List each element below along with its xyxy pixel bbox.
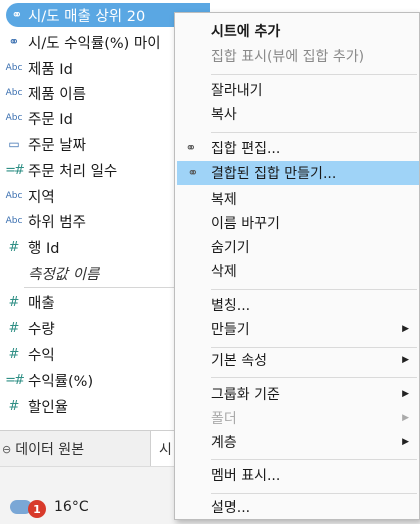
context-menu: 시트에 추가 집합 표시(뷰에 집합 추가) 잘라내기 복사 ⚭ 집합 편집..…: [174, 12, 420, 520]
menu-item-create-combined-set[interactable]: ⚭ 결합된 집합 만들기...: [177, 161, 419, 185]
set-icon: ⚭: [185, 140, 197, 156]
field-label: 시/도 매출 상위 20: [28, 8, 146, 25]
submenu-arrow-icon: ▶: [402, 413, 409, 423]
tab-label: 데이터 원본: [15, 442, 85, 458]
submenu-arrow-icon: ▶: [402, 324, 409, 334]
menu-item-delete[interactable]: 삭제: [175, 259, 419, 283]
field-label: 수익: [28, 347, 55, 364]
menu-item-folder[interactable]: 폴더 ▶: [175, 406, 419, 430]
set-icon: ⚭: [8, 34, 20, 50]
menu-item-edit-set[interactable]: ⚭ 집합 편집...: [175, 136, 419, 160]
field-label: 매출: [28, 295, 55, 312]
menu-item-show-set[interactable]: 집합 표시(뷰에 집합 추가): [175, 44, 419, 68]
submenu-arrow-icon: ▶: [402, 437, 409, 447]
hash-icon: #: [8, 320, 20, 336]
menu-item-alias[interactable]: 별칭...: [175, 293, 419, 317]
field-label: 수량: [28, 321, 55, 338]
submenu-arrow-icon: ▶: [402, 389, 409, 399]
menu-separator: [211, 493, 417, 494]
hash-icon: #: [8, 239, 20, 255]
abc-icon: Abc: [5, 63, 23, 73]
database-icon: ⊖: [2, 442, 12, 456]
combined-set-icon: ⚭: [187, 165, 199, 181]
weather-widget[interactable]: 16°C: [10, 499, 89, 515]
field-label: 주문 Id: [28, 111, 73, 128]
calendar-icon: ▭: [8, 137, 20, 151]
field-label: 측정값 이름: [28, 266, 100, 283]
menu-separator: [211, 74, 417, 75]
field-label: 제품 이름: [28, 86, 86, 103]
hash-icon: #: [8, 398, 20, 414]
menu-item-hierarchy[interactable]: 계층 ▶: [175, 430, 419, 454]
menu-item-group-by[interactable]: 그룹화 기준 ▶: [175, 382, 419, 406]
weather-temperature: 16°C: [54, 499, 89, 515]
menu-item-hide[interactable]: 숨기기: [175, 235, 419, 259]
field-label: 주문 날짜: [28, 137, 86, 154]
menu-item-describe[interactable]: 설명...: [175, 495, 419, 519]
menu-item-add-to-sheet[interactable]: 시트에 추가: [175, 19, 419, 43]
set-icon: ⚭: [11, 7, 23, 23]
submenu-arrow-icon: ▶: [402, 355, 409, 365]
menu-separator: [211, 377, 417, 378]
tab-data-source[interactable]: ⊖ 데이터 원본: [0, 431, 84, 467]
field-label: 행 Id: [28, 240, 60, 257]
field-label: 할인율: [28, 399, 69, 416]
menu-item-cut[interactable]: 잘라내기: [175, 78, 419, 102]
tab-label: 시: [159, 442, 172, 458]
notification-badge: 1: [28, 500, 46, 518]
discrete-measure-icon: =#: [5, 162, 25, 178]
discrete-measure-icon: =#: [5, 372, 25, 388]
menu-item-copy[interactable]: 복사: [175, 102, 419, 126]
field-label: 주문 처리 일수: [28, 163, 118, 180]
field-label: 시/도 수익률(%) 마이: [28, 35, 161, 52]
hash-icon: #: [8, 294, 20, 310]
hash-icon: #: [8, 346, 20, 362]
menu-item-rename[interactable]: 이름 바꾸기: [175, 211, 419, 235]
abc-icon: Abc: [5, 216, 23, 226]
field-label: 지역: [28, 189, 55, 206]
menu-separator: [211, 289, 417, 290]
field-label: 수익률(%): [28, 373, 94, 390]
menu-separator: [211, 132, 417, 133]
field-label: 하위 범주: [28, 214, 86, 231]
abc-icon: Abc: [5, 88, 23, 98]
field-label: 제품 Id: [28, 61, 73, 78]
menu-item-duplicate[interactable]: 복제: [175, 187, 419, 211]
menu-item-create[interactable]: 만들기 ▶: [175, 317, 419, 341]
menu-separator: [211, 459, 417, 460]
abc-icon: Abc: [5, 113, 23, 123]
menu-item-show-members[interactable]: 멤버 표시...: [175, 463, 419, 487]
abc-icon: Abc: [5, 191, 23, 201]
menu-item-default-properties[interactable]: 기본 속성 ▶: [175, 348, 419, 372]
